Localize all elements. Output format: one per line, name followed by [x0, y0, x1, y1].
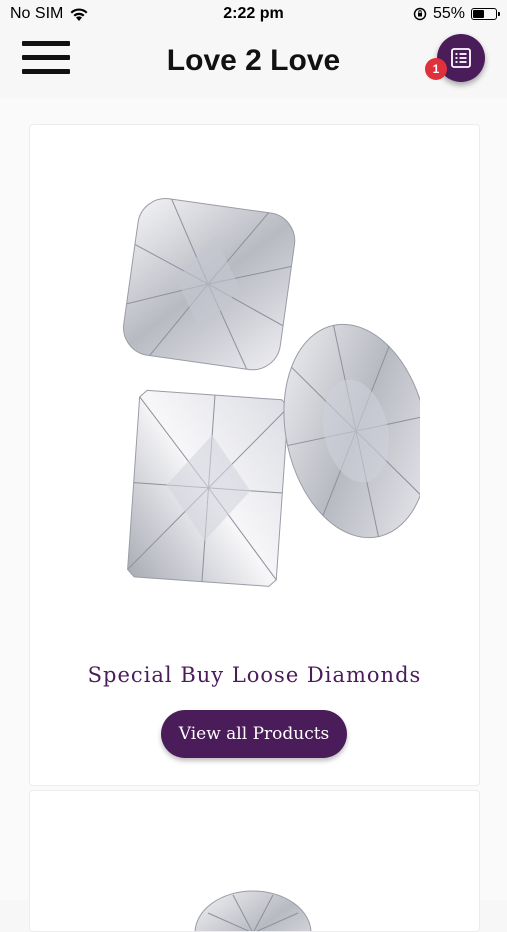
battery-level	[473, 10, 484, 18]
diamond-image	[194, 890, 312, 931]
product-title: Special Buy Loose Diamonds	[87, 663, 422, 687]
product-card[interactable]	[29, 790, 480, 932]
product-card[interactable]: Special Buy Loose Diamonds View all Prod…	[29, 124, 480, 786]
battery-percent: 55%	[432, 5, 465, 22]
product-list[interactable]: Special Buy Loose Diamonds View all Prod…	[0, 98, 507, 932]
diamond-image	[123, 198, 420, 587]
battery-icon	[471, 8, 500, 20]
orientation-lock-icon	[413, 7, 427, 21]
catalog-list-icon	[451, 48, 471, 68]
status-bar: No SIM 2:22 pm 55%	[0, 0, 507, 30]
notification-badge: 1	[425, 58, 447, 80]
view-all-products-button[interactable]: View all Products	[161, 710, 347, 758]
app-header: Love 2 Love 1	[0, 30, 507, 98]
status-right: 55%	[413, 5, 500, 23]
